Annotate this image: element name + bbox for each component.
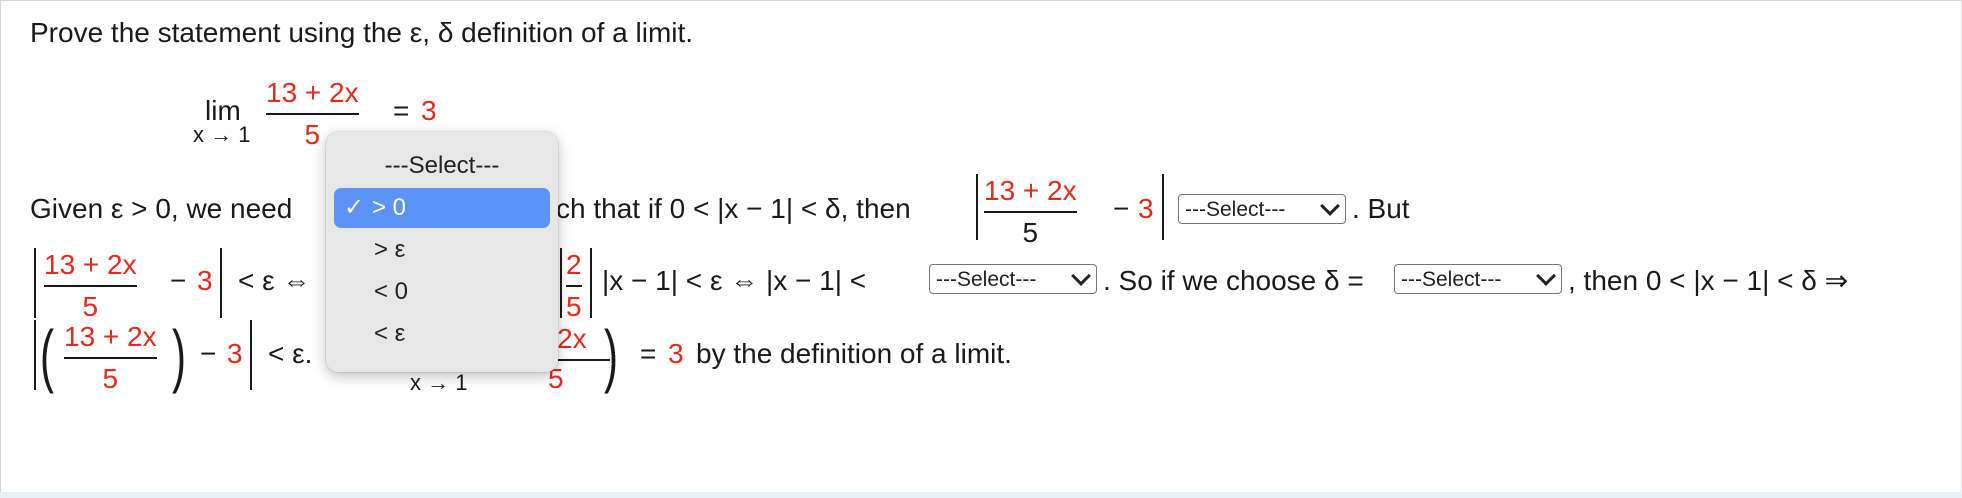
line1-minus: − bbox=[1113, 193, 1130, 224]
statement-equals: = bbox=[393, 95, 410, 126]
statement-denominator: 5 bbox=[304, 119, 321, 150]
line1-select[interactable]: ---Select--- bbox=[1178, 194, 1346, 224]
option-label: < ε bbox=[374, 320, 406, 347]
option-label: > ε bbox=[374, 236, 406, 263]
footer-bar bbox=[0, 492, 1962, 498]
dropdown-option[interactable]: < ε bbox=[326, 314, 558, 354]
dropdown-option[interactable]: > ε bbox=[326, 230, 558, 270]
abs-bar-right bbox=[1162, 174, 1164, 240]
abs-bar-left bbox=[560, 248, 562, 318]
line2-select1-value: ---Select--- bbox=[936, 267, 1037, 291]
line1-but-text: . But bbox=[1352, 193, 1410, 224]
line2-select-1[interactable]: ---Select--- bbox=[929, 264, 1097, 294]
chevron-down-icon bbox=[1320, 196, 1340, 216]
line2-select-2[interactable]: ---Select--- bbox=[1394, 264, 1562, 294]
lim-approach: x → 1 bbox=[193, 122, 251, 147]
line2-small-fraction: 2 5 bbox=[566, 248, 582, 324]
abs-bar-right bbox=[590, 248, 592, 318]
line2-value: 3 bbox=[197, 265, 213, 296]
fraction-bar bbox=[266, 113, 359, 115]
prompt-text: Prove the statement using the ε, δ defin… bbox=[30, 17, 694, 48]
fraction-bar bbox=[984, 211, 1077, 213]
line1-value: 3 bbox=[1138, 193, 1154, 224]
line1-denominator: 5 bbox=[1022, 217, 1039, 248]
right-paren: ) bbox=[604, 316, 618, 394]
line3-conclusion: by the definition of a limit. bbox=[696, 338, 1012, 369]
statement-limit-value: 3 bbox=[421, 95, 437, 126]
abs-bar-left bbox=[976, 174, 978, 240]
line2-minus: − bbox=[170, 265, 187, 296]
line3-lt-eps: < ε. bbox=[268, 338, 313, 369]
checkmark-icon: ✓ bbox=[344, 194, 365, 221]
line2-frac-num: 2 bbox=[566, 249, 582, 280]
line2-lt-eps: < ε ⇔ bbox=[238, 265, 311, 296]
option-label: ---Select--- bbox=[384, 152, 500, 179]
line2-abs-text: |x − 1| < ε ⇔ |x − 1| < bbox=[602, 265, 867, 296]
chevron-down-icon bbox=[1536, 266, 1556, 286]
line1-such-that-text: ch that if 0 < |x − 1| < δ, then bbox=[556, 193, 911, 224]
dropdown-option-selected[interactable]: ✓ > 0 bbox=[334, 188, 550, 228]
chevron-down-icon bbox=[1071, 266, 1091, 286]
select-dropdown-menu[interactable]: ---Select--- ✓ > 0 > ε < 0 < ε bbox=[326, 132, 558, 372]
line3-numerator: 13 + 2x bbox=[64, 321, 157, 352]
line2-denominator: 5 bbox=[82, 291, 99, 322]
fraction-bar bbox=[64, 357, 157, 359]
abs-bar-left bbox=[34, 320, 36, 390]
line2-so-text: . So if we choose δ = bbox=[1103, 265, 1364, 296]
line1-fraction: 13 + 2x 5 bbox=[984, 174, 1077, 250]
line2-then-text: , then 0 < |x − 1| < δ ⇒ bbox=[1568, 265, 1849, 296]
abs-bar-right bbox=[250, 320, 252, 390]
line1-given-text: Given ε > 0, we need bbox=[30, 193, 293, 224]
abs-bar-left bbox=[34, 248, 36, 318]
left-paren: ( bbox=[40, 316, 54, 394]
line2-numerator: 13 + 2x bbox=[44, 249, 137, 280]
line3-limit-value: 3 bbox=[668, 338, 684, 369]
abs-bar-right bbox=[220, 248, 222, 318]
option-label: > 0 bbox=[372, 194, 407, 221]
line3-value: 3 bbox=[227, 338, 243, 369]
fraction-bar bbox=[566, 285, 582, 287]
line3-denominator: 5 bbox=[102, 363, 119, 394]
line3-equals: = bbox=[640, 338, 657, 369]
line2-frac-den: 5 bbox=[566, 291, 582, 322]
fraction-bar bbox=[44, 285, 137, 287]
line1-select-value: ---Select--- bbox=[1185, 197, 1286, 221]
dropdown-option[interactable]: < 0 bbox=[326, 272, 558, 312]
line1-numerator: 13 + 2x bbox=[984, 175, 1077, 206]
line2-fraction: 13 + 2x 5 bbox=[44, 248, 137, 324]
line3-partial-lim: x → 1 bbox=[410, 370, 468, 395]
line2-select2-value: ---Select--- bbox=[1401, 267, 1502, 291]
option-label: < 0 bbox=[374, 278, 409, 305]
question-card bbox=[0, 0, 1962, 497]
line3-fraction: 13 + 2x 5 bbox=[64, 320, 157, 396]
dropdown-option[interactable]: ---Select--- bbox=[326, 146, 558, 186]
line3-minus: − bbox=[200, 338, 217, 369]
right-paren: ) bbox=[172, 316, 186, 394]
statement-numerator: 13 + 2x bbox=[266, 77, 359, 108]
